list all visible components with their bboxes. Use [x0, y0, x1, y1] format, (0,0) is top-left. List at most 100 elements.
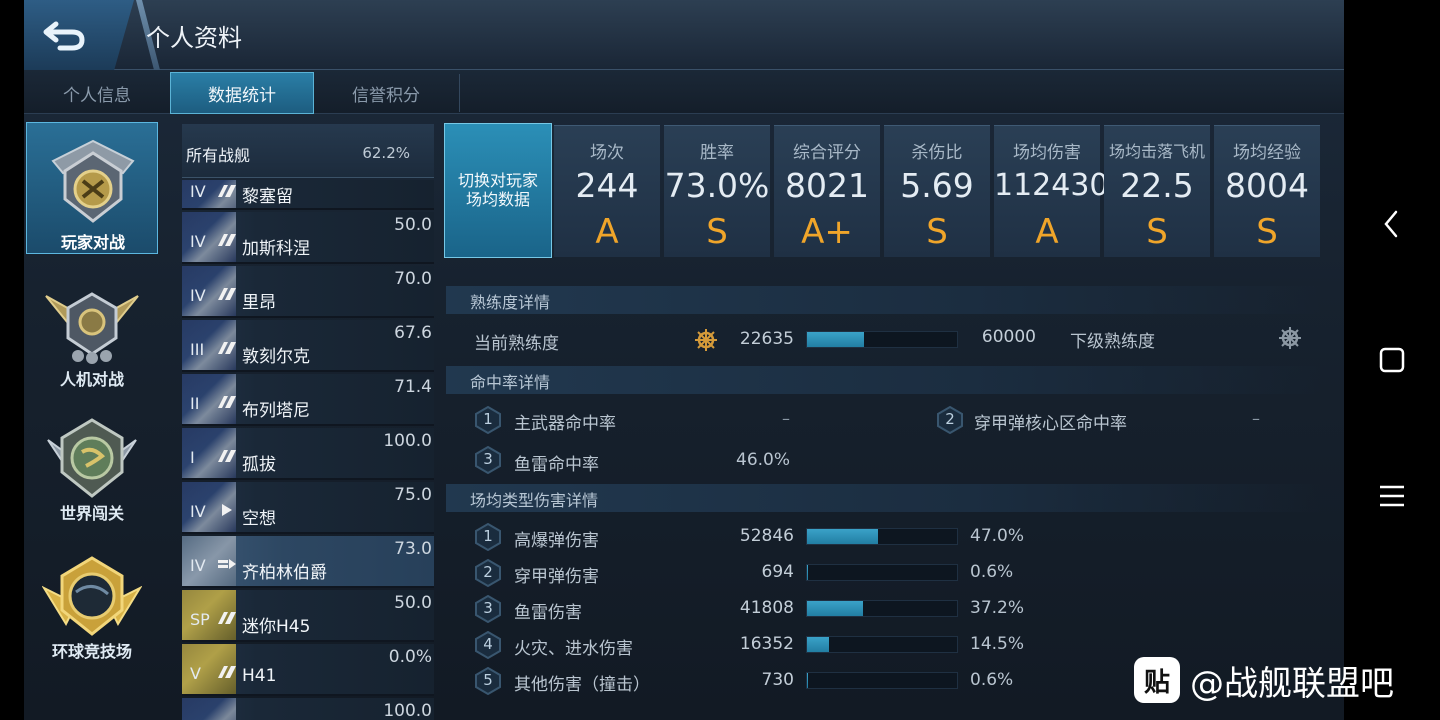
damage-share-bar-fill	[807, 601, 863, 616]
mode-pvp[interactable]: 玩家对战	[26, 122, 158, 254]
tab-reputation-points[interactable]: 信誉积分	[314, 72, 458, 114]
index-badge: 2	[474, 559, 502, 587]
index-number: 1	[483, 410, 493, 428]
ship-tier: IV	[190, 232, 206, 251]
back-nav-icon[interactable]	[1376, 208, 1408, 240]
stat-label: 场均伤害	[1013, 143, 1081, 163]
ship-name: 黎塞留	[242, 187, 293, 207]
ship-tier: III	[190, 340, 205, 359]
index-number: 2	[945, 410, 955, 428]
ship-tier: I	[190, 448, 195, 467]
stat-card-avg-damage: 场均伤害 112430 A	[994, 125, 1109, 257]
damage-share-bar-fill	[807, 673, 808, 688]
damage-share-bar	[806, 672, 958, 689]
stat-label: 场均经验	[1233, 143, 1301, 163]
ship-value: 50.0	[394, 215, 432, 235]
index-number: 2	[483, 563, 493, 581]
ship-row[interactable]: III 敦刻尔克 67.6	[182, 320, 434, 372]
ship-name: H41	[242, 666, 277, 686]
index-badge: 4	[474, 631, 502, 659]
ship-name: 迷你H45	[242, 617, 311, 637]
mode-global-arena-label: 环球竞技场	[51, 642, 132, 661]
damage-share-bar	[806, 564, 958, 581]
back-button[interactable]	[24, 0, 134, 70]
tab-divider	[459, 74, 460, 112]
stat-value: 5.69	[900, 166, 974, 205]
game-window: 个人资料 个人信息 数据统计 信誉积分 玩家对战 人机对战 世界闯关 环球竞技场…	[24, 0, 1344, 720]
ship-row[interactable]: I 孤拔 100.0	[182, 428, 434, 480]
all-ships-value: 62.2%	[362, 144, 410, 162]
watermark-text: @战舰联盟吧	[1190, 663, 1394, 704]
stat-grade: A+	[801, 212, 853, 252]
ap-citadel-accuracy-label: 穿甲弹核心区命中率	[974, 414, 1127, 434]
pvp-emblem-icon	[51, 139, 135, 223]
ship-tier: IV	[190, 556, 206, 575]
index-number: 5	[483, 671, 493, 689]
ship-value: 100.0	[383, 431, 432, 451]
index-badge: 3	[474, 595, 502, 623]
ship-row[interactable]: IV 空想 75.0	[182, 482, 434, 534]
damage-percentage: 47.0%	[970, 526, 1025, 546]
stat-value: 112430	[994, 168, 1109, 203]
index-number: 3	[483, 599, 493, 617]
ship-value: 75.0	[394, 485, 432, 505]
damage-share-bar-fill	[807, 529, 878, 544]
mode-world-challenge[interactable]: 世界闯关	[26, 404, 158, 536]
tab-personal-info[interactable]: 个人信息	[24, 72, 170, 114]
ship-row[interactable]: IV 黎塞留	[182, 180, 434, 210]
menu-nav-icon[interactable]	[1376, 480, 1408, 512]
stat-value: 8004	[1225, 166, 1309, 205]
ship-value: 67.6	[394, 323, 432, 343]
battleship-class-icon	[218, 185, 236, 197]
ship-row[interactable]: 100.0	[182, 698, 434, 720]
carrier-class-icon	[218, 559, 236, 569]
ship-value: 100.0	[383, 701, 432, 720]
ship-row[interactable]: V H41 0.0%	[182, 644, 434, 696]
ship-row[interactable]: II 布列塔尼 71.4	[182, 374, 434, 426]
tab-data-statistics[interactable]: 数据统计	[170, 72, 314, 114]
ship-row[interactable]: SP 迷你H45 50.0	[182, 590, 434, 642]
ship-flag	[182, 698, 236, 720]
stat-card-battles: 场次 244 A	[554, 125, 660, 257]
stat-grade: S	[926, 212, 948, 252]
proficiency-bar	[806, 331, 958, 348]
next-level-wheel-icon	[1279, 327, 1301, 349]
damage-value: 730	[761, 670, 794, 690]
tieba-logo-icon: 贴	[1134, 657, 1180, 703]
damage-section-header: 场均类型伤害详情	[446, 484, 1322, 512]
damage-type-label: 火灾、进水伤害	[514, 639, 633, 659]
ship-row-selected[interactable]: IV 齐柏林伯爵 73.0	[182, 536, 434, 588]
mode-pve[interactable]: 人机对战	[26, 268, 158, 400]
ship-list[interactable]: 所有战舰 62.2% IV 黎塞留 IV 加斯科涅 50.0 IV 里昂 70.…	[182, 124, 434, 720]
section-title: 场均类型伤害详情	[470, 491, 599, 510]
world-challenge-emblem-icon	[47, 418, 137, 498]
damage-type-label: 鱼雷伤害	[514, 603, 582, 623]
ship-row[interactable]: IV 加斯科涅 50.0	[182, 212, 434, 264]
home-nav-icon[interactable]	[1376, 344, 1408, 376]
damage-share-bar	[806, 528, 958, 545]
mode-pve-label: 人机对战	[59, 370, 124, 389]
mode-global-arena[interactable]: 环球竞技场	[26, 540, 158, 672]
damage-share-bar-fill	[807, 565, 808, 580]
accuracy-section-header: 命中率详情	[446, 366, 1322, 394]
stat-value: 22.5	[1120, 166, 1194, 205]
switch-pvp-average-button[interactable]: 切换对玩家场均数据	[444, 123, 552, 258]
index-badge: 3	[474, 446, 502, 474]
ship-name: 空想	[242, 509, 276, 529]
stat-card-avg-experience: 场均经验 8004 S	[1214, 125, 1320, 257]
damage-share-bar	[806, 636, 958, 653]
stat-card-avg-planes-shot: 场均击落飞机 22.5 S	[1104, 125, 1210, 257]
damage-percentage: 0.6%	[970, 670, 1014, 690]
battleship-class-icon	[218, 288, 236, 300]
ship-name: 里昂	[242, 293, 276, 313]
ship-value: 50.0	[394, 593, 432, 613]
damage-share-bar	[806, 600, 958, 617]
index-number: 3	[483, 450, 493, 468]
damage-type-label: 其他伤害（撞击）	[514, 675, 650, 695]
all-ships-row[interactable]: 所有战舰 62.2%	[182, 124, 434, 178]
battleship-class-icon	[218, 666, 236, 678]
index-badge: 1	[474, 406, 502, 434]
stat-card-kd-ratio: 杀伤比 5.69 S	[884, 125, 990, 257]
stat-label: 综合评分	[793, 143, 861, 163]
ship-row[interactable]: IV 里昂 70.0	[182, 266, 434, 318]
